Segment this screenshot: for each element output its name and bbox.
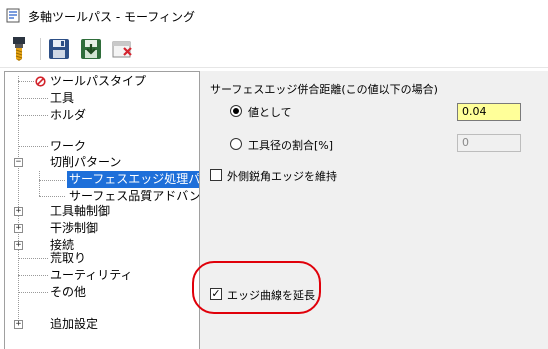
tree-connector — [39, 171, 40, 196]
tree-expander-expand[interactable]: + — [14, 207, 23, 216]
radio-tool-ratio[interactable] — [230, 138, 242, 150]
tree-item-misc[interactable]: その他 — [50, 284, 86, 301]
save-and-calculate-button[interactable] — [76, 34, 106, 64]
tree-item-surface-edge-params[interactable]: サーフェスエッジ処理パラメタ — [67, 171, 199, 188]
save-icon — [49, 39, 69, 59]
merge-distance-label: サーフェスエッジ併合距離(この値以下の場合) — [210, 83, 438, 96]
parameter-tree: ツールパスタイプ 工具 ホルダ ワーク − 切削パターン サーフェスエッジ処理パ… — [4, 71, 200, 349]
tree-connector — [39, 196, 65, 197]
toolbar-separator — [40, 38, 41, 60]
toolbar — [0, 32, 548, 68]
tree-connector — [18, 76, 19, 323]
tool-button[interactable] — [4, 34, 34, 64]
tree-expander-expand[interactable]: + — [14, 224, 23, 233]
save-and-calculate-icon — [81, 39, 101, 59]
tree-item-utility[interactable]: ユーティリティ — [50, 267, 133, 284]
title-bar: 多軸ツールパス - モーフィング — [0, 0, 548, 32]
tree-connector — [18, 115, 48, 116]
tree-connector — [18, 81, 34, 82]
tool-ratio-input[interactable]: 0 — [457, 134, 521, 152]
tree-connector — [18, 258, 48, 259]
radio-as-value-label: 値として — [248, 106, 292, 119]
tree-connector — [18, 98, 48, 99]
tree-item-tool-axis-control[interactable]: 工具軸制御 — [50, 203, 110, 220]
window-title: 多軸ツールパス - モーフィング — [28, 10, 196, 24]
tree-connector — [18, 292, 48, 293]
tree-expander-expand[interactable]: + — [14, 320, 23, 329]
merge-distance-input[interactable]: 0.04 — [457, 103, 521, 121]
tree-item-additional-settings[interactable]: 追加設定 — [50, 316, 98, 333]
tree-item-roughing[interactable]: 荒取り — [50, 250, 86, 267]
annotation-highlight — [192, 261, 321, 314]
cancel-button[interactable] — [108, 34, 138, 64]
tree-item-cut-pattern[interactable]: 切削パターン — [50, 154, 121, 171]
radio-tool-ratio-label: 工具径の割合[%] — [248, 139, 334, 152]
tree-item-tool[interactable]: 工具 — [50, 90, 74, 107]
tree-expander-expand[interactable]: + — [14, 241, 23, 250]
tree-expander-collapse[interactable]: − — [14, 158, 23, 167]
tree-item-collision-control[interactable]: 干渉制御 — [50, 220, 98, 237]
tree-item-holder[interactable]: ホルダ — [50, 107, 86, 124]
tree-item-workpiece[interactable]: ワーク — [50, 138, 86, 155]
tree-connector — [18, 146, 48, 147]
no-entry-icon — [35, 76, 46, 87]
app-icon — [6, 8, 20, 23]
keep-sharp-edge-label: 外側鋭角エッジを維持 — [227, 170, 337, 183]
tree-connector — [39, 180, 65, 181]
tree-item-toolpath-type[interactable]: ツールパスタイプ — [50, 73, 146, 90]
tool-icon — [13, 37, 25, 61]
tree-connector — [18, 275, 48, 276]
cancel-icon — [112, 41, 132, 58]
save-button[interactable] — [44, 34, 74, 64]
radio-as-value[interactable] — [230, 105, 242, 117]
keep-sharp-edge-checkbox[interactable] — [210, 169, 222, 181]
